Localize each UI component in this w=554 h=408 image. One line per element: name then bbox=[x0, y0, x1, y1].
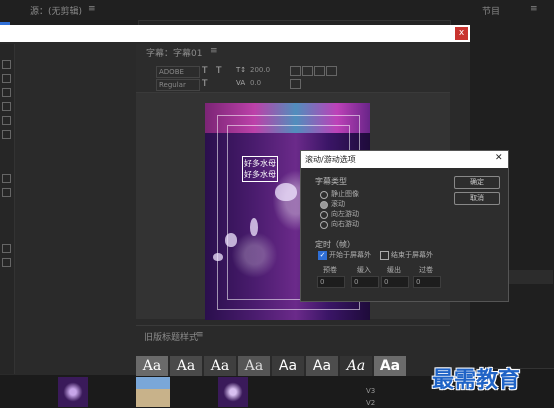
radio-crawl-right-label: 向右游动 bbox=[331, 220, 359, 228]
radio-crawl-left[interactable] bbox=[320, 211, 328, 219]
line-tool-icon[interactable] bbox=[2, 130, 11, 139]
font-family-select[interactable]: ADOBE bbox=[156, 66, 200, 78]
ease-out-label: 缓出 bbox=[387, 266, 401, 274]
vertical-type-tool-icon[interactable] bbox=[2, 74, 11, 83]
postroll-input[interactable]: 0 bbox=[413, 276, 441, 288]
jellyfish bbox=[213, 253, 223, 261]
ease-in-label: 缓入 bbox=[357, 266, 371, 274]
preroll-label: 预卷 bbox=[323, 266, 337, 274]
align-center-icon[interactable] bbox=[314, 66, 325, 76]
align-left-icon[interactable] bbox=[302, 66, 313, 76]
track-v3-label[interactable]: V3 bbox=[366, 387, 375, 395]
align-icon[interactable] bbox=[2, 174, 11, 183]
pen-tool-icon[interactable] bbox=[2, 88, 11, 97]
roll-crawl-icon[interactable] bbox=[290, 66, 301, 76]
bold-icon[interactable]: T bbox=[202, 66, 208, 76]
end-offscreen-label: 结束于屏幕外 bbox=[391, 251, 433, 259]
end-offscreen-checkbox[interactable] bbox=[380, 251, 389, 260]
editor-menu-icon[interactable]: ≡ bbox=[210, 46, 218, 56]
font-size-value[interactable]: 200.0 bbox=[250, 66, 270, 74]
radio-still-label: 静止图像 bbox=[331, 190, 359, 198]
start-offscreen-checkbox[interactable]: ✓ bbox=[318, 251, 327, 260]
editor-toolbar: 字幕：字幕01 ≡ ADOBE Regular T T T T↕ 200.0 V… bbox=[136, 44, 450, 93]
cancel-button[interactable]: 取消 bbox=[454, 192, 500, 205]
tab-stops-icon[interactable] bbox=[290, 79, 301, 89]
style-swatch[interactable]: Aa bbox=[136, 356, 168, 376]
source-panel-title[interactable]: 源：(无剪辑) bbox=[30, 4, 82, 17]
style-swatch[interactable]: Aa bbox=[374, 356, 406, 376]
font-style-select[interactable]: Regular bbox=[156, 79, 200, 91]
style-swatch[interactable]: Aa bbox=[170, 356, 202, 376]
align-right-icon[interactable] bbox=[326, 66, 337, 76]
jellyfish bbox=[250, 218, 258, 236]
clip-thumbnail[interactable] bbox=[136, 377, 170, 407]
style-swatch[interactable]: Aa bbox=[340, 356, 372, 376]
jellyfish bbox=[225, 233, 237, 247]
editor-titlebar[interactable]: x bbox=[0, 25, 470, 42]
watermark-logo: 最需教育 bbox=[432, 367, 521, 393]
editor-tools-panel bbox=[0, 44, 15, 374]
jellyfish bbox=[275, 183, 297, 201]
ok-button[interactable]: 确定 bbox=[454, 176, 500, 189]
distribute-icon[interactable] bbox=[2, 258, 11, 267]
style-swatch[interactable]: Aa bbox=[204, 356, 236, 376]
clip-thumbnail[interactable] bbox=[58, 377, 88, 407]
radio-roll-label: 滚动 bbox=[331, 200, 345, 208]
ease-out-input[interactable]: 0 bbox=[381, 276, 409, 288]
distribute-icon[interactable] bbox=[2, 244, 11, 253]
kerning-value[interactable]: 0.0 bbox=[250, 79, 261, 87]
timing-heading: 定时（帧） bbox=[315, 240, 355, 249]
program-panel-title[interactable]: 节目 bbox=[482, 4, 500, 17]
app-header: 源：(无剪辑) ≡ 节目 ≡ bbox=[0, 0, 554, 21]
rectangle-tool-icon[interactable] bbox=[2, 102, 11, 111]
radio-crawl-left-label: 向左游动 bbox=[331, 210, 359, 218]
editor-panel-title[interactable]: 字幕：字幕01 bbox=[146, 46, 202, 59]
italic-icon[interactable]: T bbox=[216, 66, 222, 76]
roll-crawl-dialog: 滚动/游动选项 ✕ 字幕类型 静止图像 滚动 向左游动 向右游动 确定 取消 定… bbox=[300, 150, 509, 302]
postroll-label: 过卷 bbox=[419, 266, 433, 274]
title-text-box[interactable]: 好多水母 好多水母 bbox=[242, 156, 278, 182]
start-offscreen-label: 开始于屏幕外 bbox=[329, 251, 371, 259]
panel-menu-icon[interactable]: ≡ bbox=[88, 4, 96, 14]
style-swatch[interactable]: Aa bbox=[238, 356, 270, 376]
style-swatch[interactable]: Aa bbox=[306, 356, 338, 376]
radio-crawl-right[interactable] bbox=[320, 221, 328, 229]
dialog-title: 滚动/游动选项 bbox=[305, 155, 356, 164]
ease-in-input[interactable]: 0 bbox=[351, 276, 379, 288]
radio-roll[interactable] bbox=[320, 201, 328, 209]
title-text-line: 好多水母 bbox=[244, 159, 276, 168]
title-type-heading: 字幕类型 bbox=[315, 177, 347, 186]
title-text-line: 好多水母 bbox=[244, 170, 276, 179]
center-icon[interactable] bbox=[2, 188, 11, 197]
styles-panel-title[interactable]: 旧版标题样式 bbox=[144, 330, 198, 343]
radio-still[interactable] bbox=[320, 191, 328, 199]
preroll-input[interactable]: 0 bbox=[317, 276, 345, 288]
kerning-icon: VA bbox=[236, 79, 246, 87]
underline-icon[interactable]: T bbox=[202, 79, 208, 89]
style-swatch[interactable]: Aa bbox=[272, 356, 304, 376]
track-v2-label[interactable]: V2 bbox=[366, 399, 375, 407]
font-size-icon: T↕ bbox=[236, 66, 247, 74]
editor-close-button[interactable]: x bbox=[455, 27, 468, 40]
dialog-titlebar[interactable]: 滚动/游动选项 ✕ bbox=[301, 151, 508, 168]
program-menu-icon[interactable]: ≡ bbox=[530, 4, 538, 14]
styles-menu-icon[interactable]: ≡ bbox=[196, 330, 204, 340]
dialog-close-icon[interactable]: ✕ bbox=[495, 153, 503, 163]
ellipse-tool-icon[interactable] bbox=[2, 116, 11, 125]
type-tool-icon[interactable] bbox=[2, 60, 11, 69]
clip-thumbnail[interactable] bbox=[218, 377, 248, 407]
